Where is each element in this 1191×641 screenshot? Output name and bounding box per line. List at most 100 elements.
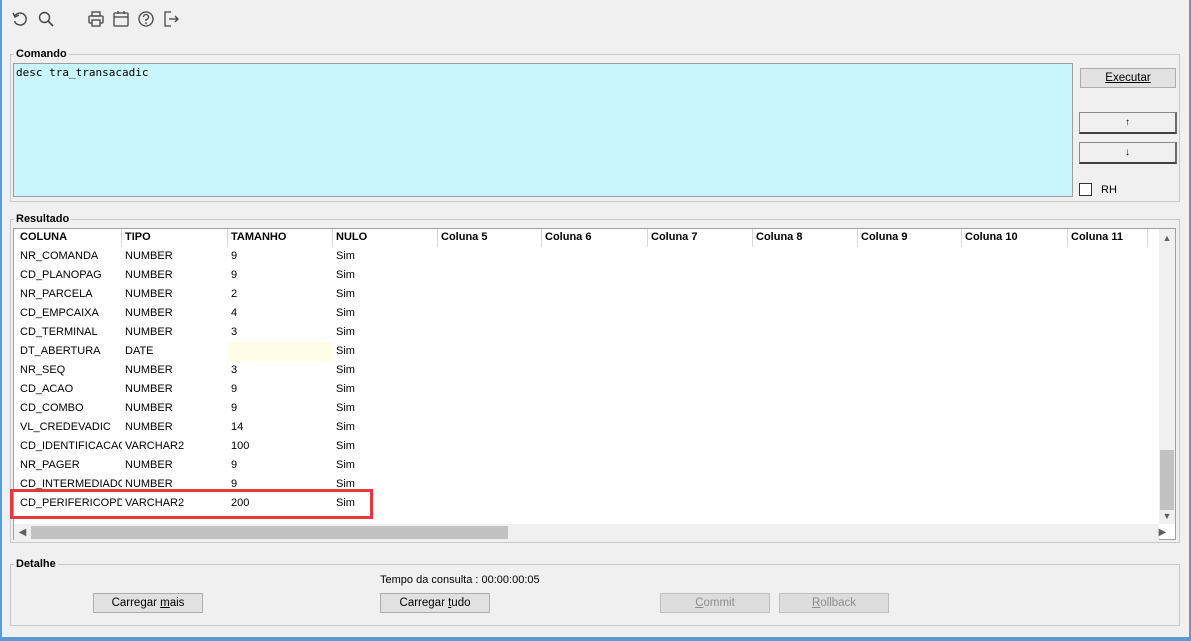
history-down-button[interactable]: ↓	[1079, 142, 1177, 164]
table-cell[interactable]: CD_ACAO	[17, 380, 122, 399]
table-cell[interactable]: DT_ABERTURA	[17, 342, 122, 361]
table-row[interactable]: VL_CREDEVADIC NUMBER 14 Sim	[17, 418, 437, 437]
table-cell[interactable]: NUMBER	[122, 247, 228, 266]
vertical-scrollbar[interactable]: ▲ ▼	[1159, 229, 1175, 524]
rollback-button[interactable]: Rollback	[779, 593, 889, 613]
table-cell[interactable]: Sim	[333, 342, 438, 361]
carregar-mais-button[interactable]: Carregar mais	[93, 593, 203, 613]
table-cell[interactable]: Sim	[333, 361, 438, 380]
table-cell[interactable]: 4	[228, 304, 333, 323]
table-cell[interactable]: NUMBER	[122, 475, 228, 494]
table-row[interactable]: CD_EMPCAIXA NUMBER 4 Sim	[17, 304, 437, 323]
column-header[interactable]: Coluna 7	[648, 229, 753, 247]
table-row[interactable]: CD_COMBO NUMBER 9 Sim	[17, 399, 437, 418]
table-cell[interactable]: 3	[228, 361, 333, 380]
table-cell[interactable]: 9	[228, 475, 333, 494]
history-up-button[interactable]: ↑	[1079, 112, 1177, 134]
table-row[interactable]: CD_ACAO NUMBER 9 Sim	[17, 380, 437, 399]
table-cell[interactable]: CD_TERMINAL	[17, 323, 122, 342]
table-row[interactable]: CD_IDENTIFICACAO VARCHAR2 100 Sim	[17, 437, 437, 456]
table-cell[interactable]: DATE	[122, 342, 228, 361]
table-cell[interactable]: NR_SEQ	[17, 361, 122, 380]
scroll-down-icon[interactable]: ▼	[1159, 507, 1175, 524]
column-header[interactable]: COLUNA	[17, 229, 122, 247]
table-cell[interactable]: NR_COMANDA	[17, 247, 122, 266]
table-cell[interactable]: NUMBER	[122, 361, 228, 380]
table-cell[interactable]: 200	[228, 494, 333, 513]
table-cell[interactable]: 9	[228, 266, 333, 285]
column-header[interactable]: TIPO	[122, 229, 228, 247]
table-row[interactable]: NR_SEQ NUMBER 3 Sim	[17, 361, 437, 380]
table-cell[interactable]	[228, 342, 333, 361]
column-header[interactable]: NULO	[333, 229, 438, 247]
table-row[interactable]: NR_PARCELA NUMBER 2 Sim	[17, 285, 437, 304]
table-cell[interactable]: Sim	[333, 399, 438, 418]
table-cell[interactable]: NUMBER	[122, 323, 228, 342]
table-cell[interactable]: CD_PERIFERICOPDV	[17, 494, 122, 513]
table-cell[interactable]: 9	[228, 380, 333, 399]
table-row[interactable]: CD_PLANOPAG NUMBER 9 Sim	[17, 266, 437, 285]
table-cell[interactable]: Sim	[333, 323, 438, 342]
table-cell[interactable]: Sim	[333, 380, 438, 399]
table-cell[interactable]: Sim	[333, 266, 438, 285]
table-cell[interactable]: CD_COMBO	[17, 399, 122, 418]
table-cell[interactable]: NUMBER	[122, 285, 228, 304]
table-cell[interactable]: NUMBER	[122, 456, 228, 475]
table-cell[interactable]: CD_EMPCAIXA	[17, 304, 122, 323]
table-cell[interactable]: 100	[228, 437, 333, 456]
table-cell[interactable]: 2	[228, 285, 333, 304]
table-cell[interactable]: 9	[228, 399, 333, 418]
table-row[interactable]: CD_INTERMEDIADORNUMBER9Sim	[17, 475, 437, 494]
column-header[interactable]: Coluna 6	[542, 229, 648, 247]
table-cell[interactable]: VARCHAR2	[122, 494, 228, 513]
table-cell[interactable]: NR_PAGER	[17, 456, 122, 475]
column-header[interactable]: Coluna 9	[858, 229, 962, 247]
table-cell[interactable]: Sim	[333, 304, 438, 323]
results-grid[interactable]: COLUNA TIPO TAMANHO NULO Coluna 5 Coluna 6 Col…	[13, 228, 1176, 540]
command-input[interactable]	[13, 63, 1073, 197]
table-cell[interactable]: 9	[228, 456, 333, 475]
exit-icon[interactable]	[161, 9, 181, 29]
calendar-icon[interactable]	[111, 9, 131, 29]
executar-button[interactable]: Executar	[1080, 68, 1176, 88]
scroll-right-icon[interactable]: ▶	[1154, 524, 1171, 541]
horizontal-scroll-thumb[interactable]	[31, 526, 508, 539]
column-header[interactable]: Coluna 5	[438, 229, 542, 247]
table-cell[interactable]: CD_PLANOPAG	[17, 266, 122, 285]
table-cell[interactable]: Sim	[333, 247, 438, 266]
table-cell[interactable]: Sim	[333, 475, 438, 494]
table-cell[interactable]: 9	[228, 247, 333, 266]
scroll-up-icon[interactable]: ▲	[1159, 229, 1175, 246]
column-header[interactable]: Coluna 10	[962, 229, 1068, 247]
table-cell[interactable]: NR_PARCELA	[17, 285, 122, 304]
table-row[interactable]: NR_PAGER NUMBER 9 Sim	[17, 456, 437, 475]
table-cell[interactable]: NUMBER	[122, 304, 228, 323]
table-row[interactable]: CD_TERMINAL NUMBER 3 Sim	[17, 323, 437, 342]
vertical-scroll-thumb[interactable]	[1160, 450, 1174, 510]
table-cell[interactable]: NUMBER	[122, 380, 228, 399]
table-cell[interactable]: NUMBER	[122, 399, 228, 418]
horizontal-scrollbar[interactable]: ◀ ▶	[14, 524, 1166, 541]
table-cell[interactable]: VL_CREDEVADIC	[17, 418, 122, 437]
carregar-tudo-button[interactable]: Carregar tudo	[380, 593, 490, 613]
undo-icon[interactable]	[10, 9, 30, 29]
table-row[interactable]: NR_COMANDA NUMBER 9 Sim	[17, 247, 437, 266]
print-icon[interactable]	[86, 9, 106, 29]
table-cell[interactable]: 3	[228, 323, 333, 342]
column-header[interactable]: Coluna 11	[1068, 229, 1148, 247]
commit-button[interactable]: Commit	[660, 593, 770, 613]
column-header[interactable]: TAMANHO	[228, 229, 333, 247]
scroll-left-icon[interactable]: ◀	[14, 524, 31, 541]
table-cell[interactable]: Sim	[333, 418, 438, 437]
table-cell[interactable]: NUMBER	[122, 418, 228, 437]
table-cell[interactable]: CD_IDENTIFICACAO	[17, 437, 122, 456]
table-cell[interactable]: 14	[228, 418, 333, 437]
table-cell[interactable]: NUMBER	[122, 266, 228, 285]
table-row[interactable]: DT_ABERTURA DATE Sim	[17, 342, 437, 361]
help-icon[interactable]	[136, 9, 156, 29]
search-icon[interactable]	[36, 9, 56, 29]
column-header[interactable]: Coluna 8	[753, 229, 858, 247]
rh-checkbox[interactable]	[1079, 183, 1092, 196]
table-cell[interactable]: Sim	[333, 456, 438, 475]
table-cell[interactable]: Sim	[333, 285, 438, 304]
